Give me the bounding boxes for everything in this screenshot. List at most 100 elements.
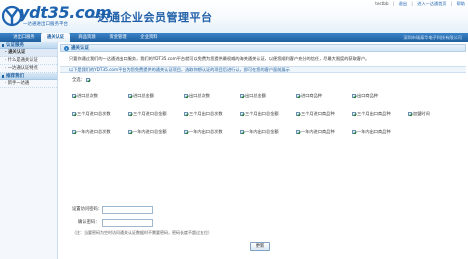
option-checkbox[interactable] [128, 94, 132, 98]
notice-text: 以下是我们的YDT35.com平台为您免费提供的通关认证项目，选取你想认证的项目… [60, 66, 466, 73]
password-hint: （注：当要密码为空时访问通关认证数据时不需要密码，密码长度不超过五位） [72, 230, 212, 235]
option-label: 一年内出口商品种 [357, 129, 391, 134]
separator: | [392, 1, 395, 6]
option-label: 一年内出口总金额 [245, 129, 279, 134]
main-content: › 通关认证 只要你通过我们的一达通进出口服务，我们的YDT35.com平台就可… [60, 44, 466, 257]
confirm-password-row: 确认密码： [72, 219, 153, 227]
option-label: 三个月进口总金额 [133, 111, 167, 116]
option-label: 三个月出口商品种 [357, 111, 391, 116]
tab-fund-management[interactable]: 资金管理 [104, 33, 132, 42]
tab-product-resources[interactable]: 商品资源 [73, 33, 101, 42]
select-all-label: 全选： [72, 78, 85, 83]
logo-slogan: 一达通进出口服务平台 [23, 22, 68, 27]
panel-title: › 通关认证 [60, 44, 466, 52]
select-all-checkbox[interactable] [86, 77, 91, 82]
option-label: 一年内出口总次数 [189, 129, 223, 134]
option-checkbox[interactable] [184, 130, 188, 134]
option-item[interactable]: 进口总次数 [72, 92, 98, 99]
sidebar-item-what-is-certification[interactable]: · 什么是通关认证 [0, 57, 57, 65]
option-item[interactable]: 三个月进口总次数 [72, 110, 111, 117]
sidebar-section-certification[interactable]: 认证服务 [0, 42, 57, 49]
help-link[interactable]: 帮助 [457, 1, 465, 6]
option-item[interactable]: 一年内出口总金额 [240, 128, 279, 135]
confirm-password-label: 确认密码： [78, 220, 100, 225]
option-item[interactable]: 三个月出口总次数 [184, 110, 223, 117]
option-label: 进口总次数 [77, 93, 98, 98]
option-checkbox[interactable] [72, 94, 76, 98]
access-password-input[interactable] [102, 206, 153, 214]
option-checkbox[interactable] [296, 130, 300, 134]
option-item[interactable]: 一年内进口商品种 [296, 128, 335, 135]
sidebar-item-certification-features[interactable]: · 一达通认证特点 [0, 65, 57, 73]
sidebar-item-customs-certification[interactable]: · 通关认证 [0, 49, 57, 57]
intro-text: 只要你通过我们的一达通进出口服务，我们的YDT35.com平台就可以免费为您提供… [69, 56, 370, 61]
option-label: 一年内进口商品种 [301, 129, 335, 134]
option-checkbox[interactable] [240, 130, 244, 134]
select-all[interactable]: 全选： [72, 77, 91, 83]
option-item[interactable]: 一年内进口总金额 [128, 128, 167, 135]
current-user: testbb [375, 1, 389, 6]
portal-link[interactable]: 进入一达通首页 [417, 1, 446, 6]
option-label: 加盟时间 [413, 111, 430, 116]
logo[interactable]: ydt35.com 一达通进出口服务平台 [2, 2, 112, 30]
password-label: 设置访问密码： [72, 207, 103, 212]
option-checkbox[interactable] [184, 94, 188, 98]
option-label: 一年内进口总金额 [133, 129, 167, 134]
option-item[interactable]: 出口商品种 [352, 92, 378, 99]
company-name: 深圳市瑞泰华电子科技有限公司 [403, 35, 462, 40]
option-item[interactable]: 一年内出口商品种 [352, 128, 391, 135]
option-item[interactable]: 三个月进口总金额 [128, 110, 167, 117]
tab-customs-certification[interactable]: 通关认证 [41, 33, 70, 42]
confirm-password-input[interactable] [102, 219, 153, 227]
tab-company-profile[interactable]: 企业资料 [135, 33, 163, 42]
option-checkbox[interactable] [352, 130, 356, 134]
sidebar-section-recommend[interactable]: 推荐我们 [0, 73, 57, 80]
options-row-one-year: 一年内进口总次数 一年内进口总金额 一年内出口总次数 一年内出口总金额 一年内进… [72, 128, 464, 135]
option-label: 三个月出口总金额 [245, 111, 279, 116]
options-row-total: 进口总次数 进口总金额 出口总次数 出口总金额 进口商品种 出口商品种 [72, 92, 464, 99]
option-item[interactable]: 一年内进口总次数 [72, 128, 111, 135]
option-checkbox[interactable] [296, 112, 300, 116]
option-checkbox[interactable] [72, 112, 76, 116]
option-checkbox[interactable] [128, 112, 132, 116]
option-item[interactable]: 三个月出口总金额 [240, 110, 279, 117]
option-checkbox[interactable] [352, 94, 356, 98]
option-checkbox[interactable] [408, 112, 412, 116]
option-item[interactable]: 进口总金额 [128, 92, 154, 99]
option-checkbox[interactable] [72, 130, 76, 134]
option-item[interactable]: 出口总金额 [240, 92, 266, 99]
option-label: 三个月进口商品种 [301, 111, 335, 116]
sidebar: 认证服务 · 通关认证 · 什么是通关认证 · 一达通认证特点 推荐我们 · 新… [0, 42, 58, 259]
separator: | [411, 1, 413, 6]
tab-trade-service[interactable]: 进出口服务 [10, 33, 38, 42]
option-checkbox[interactable] [352, 112, 356, 116]
update-button[interactable]: 更新 [250, 242, 270, 251]
option-checkbox[interactable] [296, 94, 300, 98]
option-item[interactable]: 三个月进口商品种 [296, 110, 335, 117]
option-checkbox[interactable] [128, 130, 132, 134]
platform-title: 一达通企业会员管理平台 [86, 11, 213, 24]
logout-link[interactable]: 退出 [399, 1, 407, 6]
sidebar-item-beginner[interactable]: · 新手一达通 [0, 80, 57, 88]
option-label: 三个月出口总次数 [189, 111, 223, 116]
options-row-three-months: 三个月进口总次数 三个月进口总金额 三个月出口总次数 三个月出口总金额 三个月进… [72, 110, 464, 117]
option-checkbox[interactable] [240, 94, 244, 98]
option-item[interactable]: 加盟时间 [408, 110, 430, 117]
option-item[interactable]: 进口商品种 [296, 92, 322, 99]
option-label: 进口总金额 [133, 93, 154, 98]
option-label: 进口商品种 [301, 93, 322, 98]
main-nav: 进出口服务 通关认证 商品资源 资金管理 企业资料 深圳市瑞泰华电子科技有限公司 [0, 33, 468, 42]
option-label: 出口商品种 [357, 93, 378, 98]
option-label: 三个月进口总次数 [77, 111, 111, 116]
separator: | [450, 1, 453, 6]
top-links: testbb | 退出 | 进入一达通首页 | 帮助 [372, 1, 465, 7]
option-label: 出口总金额 [245, 93, 266, 98]
header: ydt35.com 一达通进出口服务平台 一达通企业会员管理平台 testbb … [0, 0, 468, 33]
option-item[interactable]: 出口总次数 [184, 92, 210, 99]
option-item[interactable]: 三个月出口商品种 [352, 110, 391, 117]
option-checkbox[interactable] [240, 112, 244, 116]
option-item[interactable]: 一年内出口总次数 [184, 128, 223, 135]
option-checkbox[interactable] [184, 112, 188, 116]
option-label: 出口总次数 [189, 93, 210, 98]
password-row: 设置访问密码： [72, 206, 153, 214]
